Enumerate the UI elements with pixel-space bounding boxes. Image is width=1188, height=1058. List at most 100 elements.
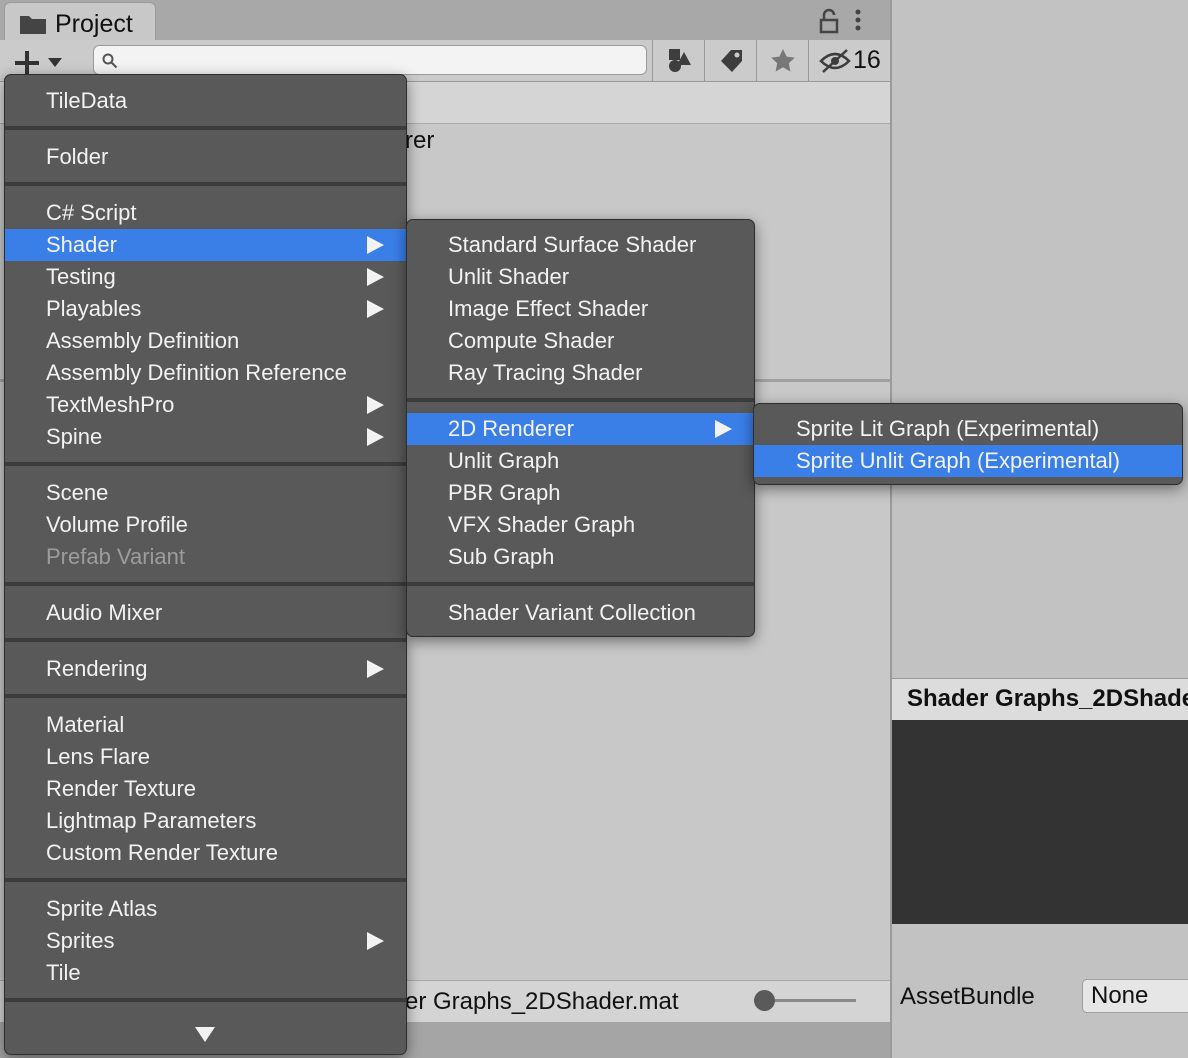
submenu-arrow-icon (715, 420, 732, 438)
menu-item-audio-mixer[interactable]: Audio Mixer (5, 597, 406, 629)
menu-item-sprite-lit-graph[interactable]: Sprite Lit Graph (Experimental) (754, 413, 1182, 445)
assetbundle-dropdown[interactable]: None (1082, 979, 1188, 1013)
menu-item-label: Scene (46, 480, 109, 505)
shader-submenu: Standard Surface Shader Unlit Shader Ima… (406, 219, 755, 637)
selected-asset-path: er Graphs_2DShader.mat (405, 988, 679, 1015)
menu-item-rendering[interactable]: Rendering (5, 653, 406, 685)
tab-project[interactable]: Project (4, 2, 156, 42)
menu-item-label: Lightmap Parameters (46, 808, 257, 833)
menu-separator (5, 182, 406, 186)
submenu-arrow-icon (367, 396, 384, 414)
menu-item-label: Sprite Lit Graph (Experimental) (796, 416, 1100, 441)
menu-item-tiledata[interactable]: TileData (5, 85, 406, 117)
menu-item-label: Assembly Definition (46, 328, 240, 353)
menu-item-prefab-variant: Prefab Variant (5, 541, 406, 573)
hidden-count: 16 (853, 46, 881, 74)
preview-header[interactable]: Shader Graphs_2DShader (892, 678, 1188, 720)
menu-item-spine[interactable]: Spine (5, 421, 406, 453)
menu-item-lens-flare[interactable]: Lens Flare (5, 741, 406, 773)
menu-item-label: Ray Tracing Shader (448, 360, 643, 385)
menu-item-compute-shader[interactable]: Compute Shader (407, 325, 754, 357)
menu-item-sprite-unlit-graph[interactable]: Sprite Unlit Graph (Experimental) (754, 445, 1182, 477)
menu-separator (5, 582, 406, 586)
create-menu: TileData Folder C# Script Shader Testing… (4, 74, 407, 1055)
search-by-label-button[interactable] (704, 40, 756, 82)
menu-item-playables[interactable]: Playables (5, 293, 406, 325)
eye-slash-icon (819, 49, 851, 73)
menu-item-label: Image Effect Shader (448, 296, 649, 321)
menu-separator (5, 126, 406, 130)
menu-item-label: C# Script (46, 200, 137, 225)
menu-item-textmeshpro[interactable]: TextMeshPro (5, 389, 406, 421)
search-field[interactable] (93, 45, 647, 75)
menu-separator (5, 694, 406, 698)
submenu-arrow-icon (367, 268, 384, 286)
menu-item-shader[interactable]: Shader (5, 229, 406, 261)
create-button[interactable] (6, 44, 68, 78)
menu-item-label: Audio Mixer (46, 600, 163, 625)
menu-separator (407, 398, 754, 402)
search-icon (102, 53, 118, 69)
menu-separator (407, 582, 754, 586)
menu-item-label: Sub Graph (448, 544, 555, 569)
menu-item-unlit-shader[interactable]: Unlit Shader (407, 261, 754, 293)
menu-item-lightmap-parameters[interactable]: Lightmap Parameters (5, 805, 406, 837)
menu-item-label: Render Texture (46, 776, 197, 801)
menu-item-label: Custom Render Texture (46, 840, 278, 865)
menu-item-ray-tracing-shader[interactable]: Ray Tracing Shader (407, 357, 754, 389)
menu-item-assembly-definition-reference[interactable]: Assembly Definition Reference (5, 357, 406, 389)
menu-item-image-effect-shader[interactable]: Image Effect Shader (407, 293, 754, 325)
shapes-icon (669, 49, 691, 72)
tab-label: Project (55, 10, 133, 38)
menu-item-sprites[interactable]: Sprites (5, 925, 406, 957)
menu-item-label: TileData (46, 88, 128, 113)
menu-item-pbr-graph[interactable]: PBR Graph (407, 477, 754, 509)
search-by-type-button[interactable] (652, 40, 704, 82)
menu-item-label: Shader (46, 232, 117, 257)
menu-item-tile[interactable]: Tile (5, 957, 406, 989)
menu-item-label: Testing (46, 264, 116, 289)
menu-item-shader-variant-collection[interactable]: Shader Variant Collection (407, 597, 754, 629)
menu-item-custom-render-texture[interactable]: Custom Render Texture (5, 837, 406, 869)
menu-item-standard-surface-shader[interactable]: Standard Surface Shader (407, 229, 754, 261)
tab-strip: Project (0, 0, 890, 42)
scroll-down-icon[interactable] (195, 1027, 215, 1042)
lock-icon[interactable] (818, 8, 840, 34)
menu-item-label: Playables (46, 296, 142, 321)
menu-item-material[interactable]: Material (5, 709, 406, 741)
menu-item-label: Sprites (46, 928, 115, 953)
submenu-arrow-icon (367, 236, 384, 254)
menu-item-label: Material (46, 712, 125, 737)
menu-item-label: Sprite Atlas (46, 896, 158, 921)
submenu-arrow-icon (367, 428, 384, 446)
menu-item-label: Prefab Variant (46, 544, 186, 569)
favorites-button[interactable] (756, 40, 808, 82)
menu-item-label: Folder (46, 144, 109, 169)
menu-item-2d-renderer[interactable]: 2D Renderer (407, 413, 754, 445)
menu-item-testing[interactable]: Testing (5, 261, 406, 293)
menu-item-label: VFX Shader Graph (448, 512, 636, 537)
menu-item-scene[interactable]: Scene (5, 477, 406, 509)
folder-item-label[interactable]: rer (405, 127, 434, 155)
menu-item-render-texture[interactable]: Render Texture (5, 773, 406, 805)
menu-item-label: Unlit Shader (448, 264, 570, 289)
menu-item-label: Rendering (46, 656, 148, 681)
menu-item-folder[interactable]: Folder (5, 141, 406, 173)
plus-icon (15, 51, 39, 75)
menu-item-label: Assembly Definition Reference (46, 360, 347, 385)
hidden-packages-toggle[interactable]: 16 (808, 40, 890, 82)
menu-item-sub-graph[interactable]: Sub Graph (407, 541, 754, 573)
menu-item-volume-profile[interactable]: Volume Profile (5, 509, 406, 541)
more-options-icon[interactable] (852, 8, 864, 34)
tag-icon (721, 50, 742, 72)
menu-item-unlit-graph[interactable]: Unlit Graph (407, 445, 754, 477)
menu-item-sprite-atlas[interactable]: Sprite Atlas (5, 893, 406, 925)
menu-separator (5, 878, 406, 882)
menu-item-label: Standard Surface Shader (448, 232, 697, 257)
menu-item-vfx-shader-graph[interactable]: VFX Shader Graph (407, 509, 754, 541)
menu-separator (5, 998, 406, 1002)
menu-item-label: Volume Profile (46, 512, 188, 537)
menu-item-csharp-script[interactable]: C# Script (5, 197, 406, 229)
menu-item-assembly-definition[interactable]: Assembly Definition (5, 325, 406, 357)
menu-separator (5, 462, 406, 466)
